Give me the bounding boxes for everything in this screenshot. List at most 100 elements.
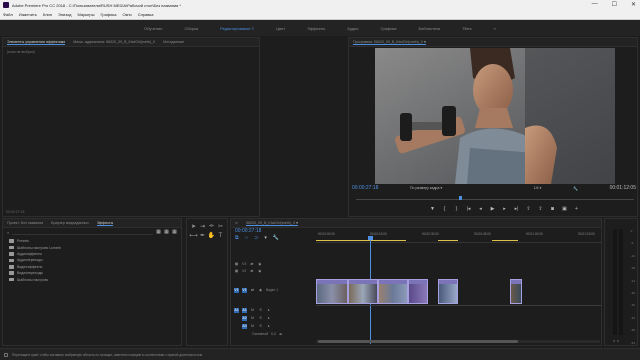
add-marker-icon[interactable]: ▼	[430, 207, 435, 212]
solo-toggle[interactable]: S	[258, 316, 263, 321]
microphone-icon[interactable]: ●	[266, 308, 271, 313]
timeline-ruler[interactable]: 00:00:00:00 00:00:15:00 00:00:30:00 00:0…	[316, 229, 602, 243]
menu-sequence[interactable]: Эпизод	[58, 12, 72, 17]
menu-markers[interactable]: Маркеры	[78, 12, 95, 17]
menu-window[interactable]: Окно	[122, 12, 131, 17]
mark-in-icon[interactable]: {	[442, 207, 447, 212]
pen-tool-icon[interactable]: ✒	[199, 232, 206, 239]
workspace-audio[interactable]: Аудио	[336, 26, 369, 31]
step-back-icon[interactable]: ◂	[478, 207, 483, 212]
video-clip[interactable]	[348, 279, 378, 304]
sync-lock-icon[interactable]: ⇄	[249, 269, 254, 274]
step-forward-icon[interactable]: ▸	[502, 207, 507, 212]
slip-tool-icon[interactable]: ⟷	[189, 232, 198, 239]
add-button-icon[interactable]: +	[574, 207, 579, 212]
menu-clip[interactable]: Клип	[43, 12, 52, 17]
mark-out-icon[interactable]: }	[454, 207, 459, 212]
track-label[interactable]: A3	[242, 324, 247, 329]
sync-lock-icon[interactable]: ⇄	[250, 288, 255, 293]
nest-icon[interactable]: ⧉	[235, 235, 239, 241]
type-tool-icon[interactable]: T	[217, 232, 224, 239]
microphone-icon[interactable]: ●	[266, 324, 271, 329]
go-to-out-icon[interactable]: ▸|	[514, 207, 519, 212]
source-patch-v1[interactable]: V1	[234, 287, 239, 293]
menu-graphics[interactable]: Графика	[100, 12, 116, 17]
workspace-more-button[interactable]: »	[483, 26, 507, 31]
scrollbar-thumb[interactable]	[318, 340, 518, 343]
yuv-effects-icon[interactable]: ▦	[172, 230, 177, 235]
go-to-icon[interactable]: ◂▸	[279, 332, 283, 336]
resolution-dropdown[interactable]: 1/4 ▾	[534, 186, 542, 190]
comparison-view-icon[interactable]: ▣	[562, 207, 567, 212]
work-area-bar[interactable]	[492, 240, 518, 241]
track-label[interactable]: A2	[242, 316, 247, 321]
ripple-edit-tool-icon[interactable]: ⟛	[208, 223, 215, 230]
close-button[interactable]: ✕	[631, 1, 636, 8]
extract-icon[interactable]: ⇪	[538, 207, 543, 212]
video-clip[interactable]	[408, 279, 428, 304]
workspace-titles[interactable]: Titles	[451, 26, 482, 31]
eye-icon[interactable]: ◉	[258, 288, 263, 293]
track-target-toggle[interactable]: ▦	[234, 262, 239, 267]
workspace-effects[interactable]: Эффекты	[296, 26, 336, 31]
workspace-libraries[interactable]: Библиотеки	[408, 26, 452, 31]
source-patch-a1[interactable]: A1	[234, 308, 239, 313]
play-icon[interactable]: ▶	[490, 207, 495, 212]
minimize-button[interactable]: —	[592, 1, 598, 8]
effects-search-input[interactable]	[12, 230, 153, 235]
tab-media-browser[interactable]: Браузер медиаданных	[51, 221, 89, 225]
track-label[interactable]: V1	[242, 287, 247, 293]
work-area-bar[interactable]	[438, 240, 458, 241]
tab-effect-controls[interactable]: Элементы управления эффектами	[7, 40, 66, 45]
workspace-color[interactable]: Цвет	[265, 26, 296, 31]
timeline-settings-icon[interactable]: 🔧	[273, 235, 279, 241]
tab-audio-clip-mixer[interactable]: Микш. аудиоклипа: 56020_09_B_KiwiGirl(me…	[73, 40, 155, 44]
tab-project[interactable]: Проект: Без названия	[7, 221, 43, 225]
eye-icon[interactable]: ◉	[257, 269, 262, 274]
timeline-playhead-handle-icon[interactable]	[368, 236, 373, 240]
workspace-assembly[interactable]: Сборка	[173, 26, 209, 31]
solo-toggle[interactable]: S	[258, 324, 263, 329]
video-clip[interactable]	[378, 279, 408, 304]
solo-right-button[interactable]: S	[617, 339, 619, 343]
accelerated-effects-icon[interactable]: ▦	[156, 230, 161, 235]
video-clip[interactable]	[510, 279, 522, 304]
linked-selection-icon[interactable]: ⊃	[254, 235, 258, 241]
mute-toggle[interactable]: M	[250, 308, 255, 313]
video-clip[interactable]	[316, 279, 348, 304]
tab-program[interactable]: Программа: 56020_09_B_KiwiGirl(meth)_0 ≡	[353, 40, 426, 45]
tab-effects[interactable]: Эффекты	[96, 221, 114, 226]
lift-icon[interactable]: ⇧	[526, 207, 531, 212]
menu-edit[interactable]: Изменить	[19, 12, 37, 17]
track-select-tool-icon[interactable]: ⇥	[199, 223, 206, 230]
32bit-effects-icon[interactable]: ▦	[164, 230, 169, 235]
workspace-learning[interactable]: Обучение	[133, 26, 173, 31]
add-marker-timeline-icon[interactable]: ▾	[264, 235, 267, 241]
folder-item[interactable]: Шаблоны настроек	[9, 276, 175, 282]
timeline-horizontal-scrollbar[interactable]	[316, 340, 600, 343]
track-label[interactable]: A1	[242, 308, 247, 313]
tab-sequence[interactable]: 56020_09_B_KiwiGirl(meth)_0 ≡	[246, 221, 299, 226]
selection-tool-icon[interactable]: ➤	[190, 223, 197, 230]
program-scrubber[interactable]	[356, 196, 634, 200]
wrench-icon[interactable]: 🔧	[573, 186, 578, 191]
microphone-icon[interactable]: ●	[266, 316, 271, 321]
master-volume-value[interactable]: 0,0	[271, 332, 276, 336]
fit-dropdown[interactable]: По размеру кадра ▾	[410, 186, 442, 190]
sync-lock-icon[interactable]: ⇄	[249, 262, 254, 267]
menu-file[interactable]: Файл	[3, 12, 13, 17]
playhead-marker-icon[interactable]	[459, 196, 462, 200]
work-area-bar[interactable]	[316, 240, 406, 241]
go-to-in-icon[interactable]: |◂	[466, 207, 471, 212]
mute-toggle[interactable]: M	[250, 324, 255, 329]
hand-tool-icon[interactable]: ✋	[208, 232, 215, 239]
solo-toggle[interactable]: S	[258, 308, 263, 313]
tab-metadata[interactable]: Метаданные	[163, 40, 184, 44]
track-target-toggle[interactable]: ▦	[234, 269, 239, 274]
solo-left-button[interactable]: S	[613, 339, 615, 343]
menu-help[interactable]: Справка	[138, 12, 154, 17]
razor-tool-icon[interactable]: ✂	[217, 223, 224, 230]
close-sequence-icon[interactable]: ✕	[235, 221, 238, 225]
track-target-toggle[interactable]	[234, 316, 239, 321]
track-target-toggle[interactable]	[234, 324, 239, 329]
